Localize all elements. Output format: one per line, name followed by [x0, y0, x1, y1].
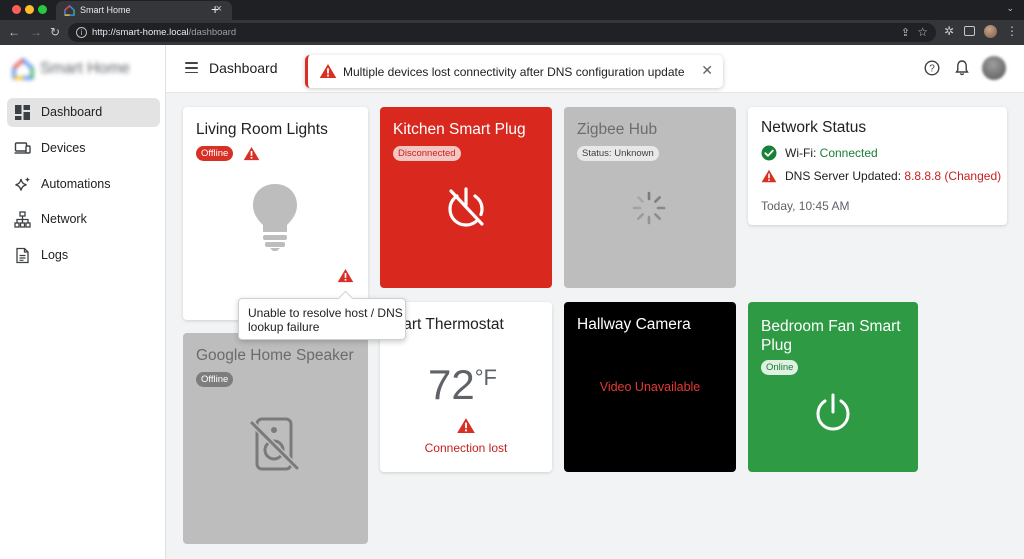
url-host: http://smart-home.local [92, 27, 189, 38]
sidebar-item-network[interactable]: Network [7, 205, 160, 234]
power-icon[interactable] [815, 393, 851, 431]
status-badge: Status: Unknown [577, 146, 659, 161]
document-icon [16, 247, 29, 264]
share-icon[interactable]: ⇪ [901, 26, 910, 39]
smart-home-favicon-icon [64, 5, 75, 16]
sidebar-item-label: Automations [41, 177, 111, 191]
timestamp: Today, 10:45 AM [761, 199, 850, 213]
devices-icon [14, 142, 31, 154]
profile-avatar[interactable] [984, 25, 997, 38]
window-maximize-button[interactable] [38, 5, 47, 14]
menu-icon[interactable]: ⋮ [1006, 24, 1018, 38]
address-bar[interactable]: i http://smart-home.local/dashboard ⇪ ☆ [68, 23, 936, 42]
card-title: Zigbee Hub [577, 121, 658, 138]
lightbulb-icon [253, 184, 297, 251]
sidebar-item-label: Network [41, 212, 87, 226]
connection-lost-message: Connection lost [424, 441, 508, 455]
device-card-hallway-camera[interactable]: Hallway Camera Video Unavailable [564, 302, 736, 472]
warning-icon[interactable] [337, 268, 354, 283]
sidebar-item-label: Dashboard [41, 105, 103, 119]
temperature-unit: °F [474, 365, 497, 390]
hamburger-menu-icon[interactable] [185, 62, 198, 74]
sidebar: Smart Home Dashboard Devices Automations… [0, 45, 166, 559]
video-unavailable-message: Video Unavailable [599, 380, 701, 394]
user-avatar[interactable] [982, 56, 1006, 80]
window-minimize-button[interactable] [25, 5, 34, 14]
brand-name: Smart Home [40, 60, 130, 77]
status-badge: Offline [196, 372, 234, 387]
bell-icon[interactable] [954, 59, 970, 76]
card-title: Google Home Speaker [196, 347, 354, 364]
card-title: Kitchen Smart Plug [393, 121, 526, 138]
window-close-button[interactable] [12, 5, 21, 14]
network-status-card: Network Status Wi-Fi: Connected DNS Serv… [748, 107, 1007, 225]
card-title: Hallway Camera [577, 316, 691, 333]
app: Smart Home Dashboard Devices Automations… [0, 45, 1024, 559]
device-card-bedroom-fan-smart-plug[interactable]: Bedroom Fan Smart Plug Online [748, 302, 918, 472]
status-badge: Disconnected [393, 146, 461, 161]
device-card-google-home-speaker[interactable]: Google Home Speaker Offline [183, 333, 368, 544]
sidebar-item-label: Devices [41, 141, 86, 155]
tooltip-text: Unable to resolve host / DNS lookup fail… [248, 306, 403, 334]
wifi-value: Connected [819, 146, 878, 160]
dashboard-icon [15, 105, 30, 120]
temperature-value: 72 [428, 361, 475, 408]
temperature-readout: 72°F [428, 355, 497, 408]
device-card-kitchen-smart-plug[interactable]: Kitchen Smart Plug Disconnected [380, 107, 552, 288]
wifi-label: Wi-Fi: [785, 146, 820, 160]
google-home-logo-icon [12, 58, 34, 80]
reload-icon[interactable]: ↻ [50, 25, 60, 39]
new-tab-button[interactable]: + [211, 1, 219, 17]
sidebar-item-logs[interactable]: Logs [7, 241, 160, 270]
dns-value: 8.8.8.8 (Changed) [904, 169, 1002, 183]
tab-search-icon[interactable]: ⌄ [1006, 3, 1014, 14]
power-off-icon [448, 187, 484, 227]
alert-toast: Multiple devices lost connectivity after… [305, 55, 723, 88]
alert-message: Multiple devices lost connectivity after… [343, 65, 685, 79]
sidebar-item-label: Logs [41, 248, 69, 262]
card-title: Bedroom Fan Smart Plug [761, 318, 901, 354]
device-card-zigbee-hub[interactable]: Zigbee Hub Status: Unknown [564, 107, 736, 288]
status-badge: Online [761, 360, 799, 375]
star-icon[interactable]: ☆ [917, 25, 928, 39]
page-title: Dashboard [209, 60, 278, 76]
info-icon[interactable]: i [76, 27, 87, 38]
warning-icon [243, 146, 260, 161]
card-title: Network Status [761, 119, 867, 136]
help-icon[interactable]: ? [924, 60, 940, 76]
browser-tab[interactable]: Smart Home × [56, 1, 232, 20]
forward-icon[interactable]: → [30, 25, 42, 39]
svg-text:?: ? [929, 64, 935, 75]
back-icon[interactable]: ← [8, 25, 20, 39]
sidebar-item-dashboard[interactable]: Dashboard [7, 98, 160, 127]
speaker-off-icon [249, 417, 300, 471]
dns-label: DNS Server Updated: [785, 169, 905, 183]
warning-icon [457, 418, 475, 433]
device-card-living-room-lights[interactable]: Living Room Lights Offline [183, 107, 368, 320]
card-title: Living Room Lights [196, 121, 328, 138]
sparkle-icon [15, 177, 30, 191]
warning-icon [319, 64, 337, 78]
dns-error-tooltip: Unable to resolve host / DNS lookup fail… [238, 298, 406, 340]
sidebar-icon[interactable] [964, 26, 975, 36]
sidebar-item-devices[interactable]: Devices [7, 134, 160, 163]
check-circle-icon [761, 145, 777, 161]
tab-title: Smart Home [80, 5, 131, 15]
status-badge: Offline [196, 146, 234, 161]
close-icon[interactable]: ✕ [701, 63, 713, 77]
warning-icon [761, 169, 777, 183]
sidebar-item-automations[interactable]: Automations [7, 170, 160, 199]
extensions-icon[interactable]: ✲ [944, 24, 954, 38]
loading-spinner-icon [632, 191, 666, 225]
network-icon [14, 211, 31, 228]
url-text: http://smart-home.local/dashboard [92, 27, 236, 38]
url-path: /dashboard [188, 27, 237, 38]
browser-tabstrip: Smart Home × + ⌄ [0, 0, 1024, 20]
browser-toolbar: ← → ↻ i http://smart-home.local/dashboar… [0, 20, 1024, 45]
